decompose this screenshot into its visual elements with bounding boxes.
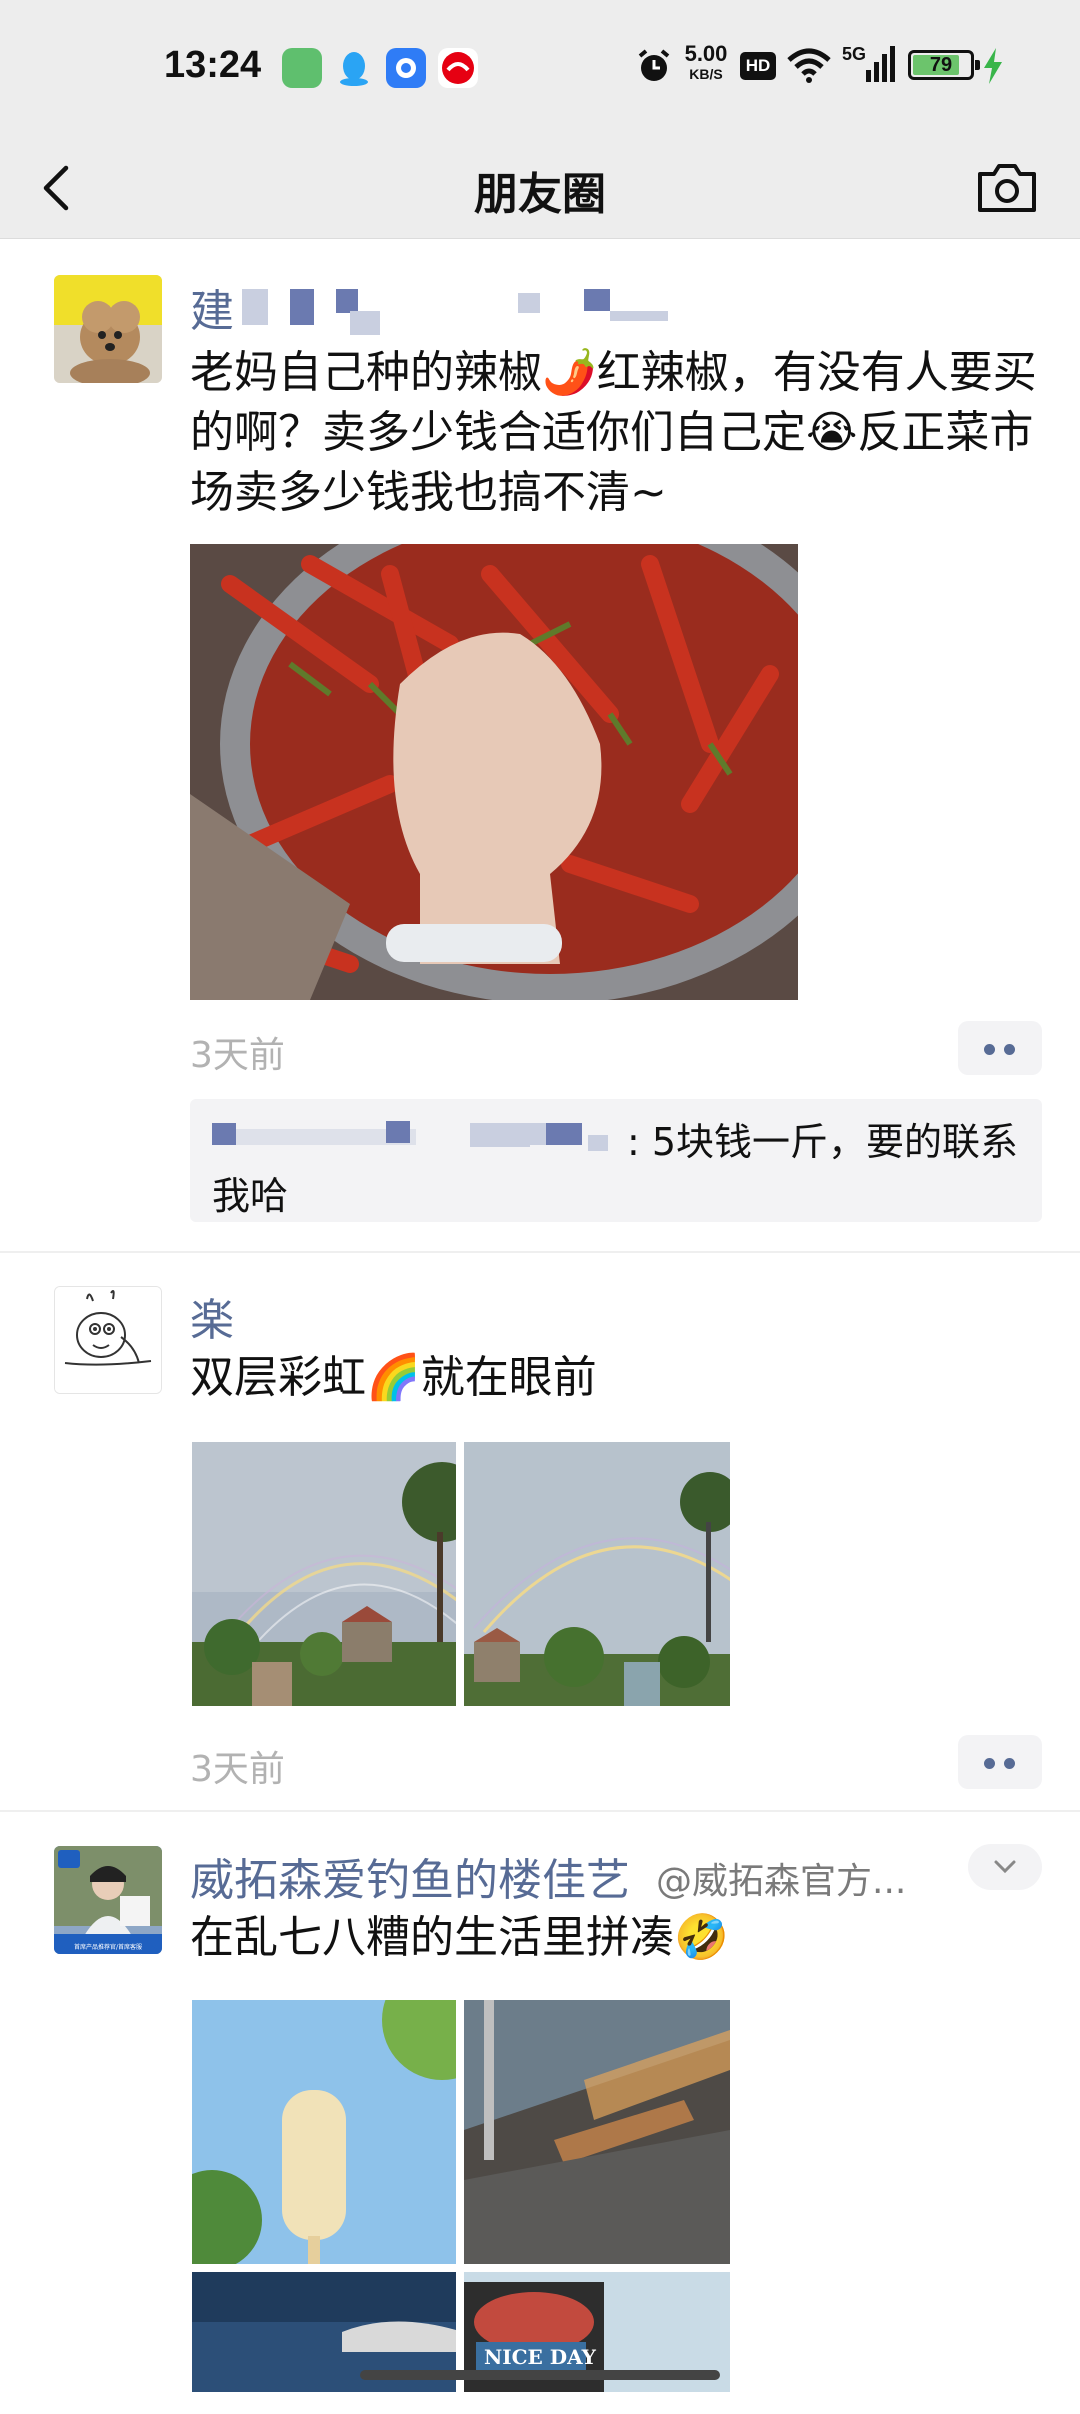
post-time: 3天前 [190,1035,285,1076]
avatar[interactable] [54,275,162,383]
avatar-caption: 首席产品推荐官/首席客服 [73,1944,143,1951]
wifi-icon [786,48,832,84]
collapse-chevron-icon [994,1860,1016,1874]
app-notification-icon [282,48,322,88]
telecom-icon [438,48,478,88]
avatar[interactable] [54,1286,162,1394]
status-bar: 13:24 5.00 KB/S HD 5G 79 [0,0,1080,138]
post-divider [0,1251,1080,1253]
post-photo[interactable] [190,544,798,1000]
comment-text: : 5块钱一斤，要的联系我哈 [212,1120,1019,1218]
more-dots-icon [984,1044,995,1055]
alarm-icon [636,48,672,84]
home-indicator[interactable] [360,2370,720,2380]
comment-box[interactable]: : 5块钱一斤，要的联系我哈 [190,1099,1042,1222]
post-author-name[interactable]: 建 [190,275,234,339]
battery-icon: 79 [908,50,980,80]
post-photo[interactable] [464,2000,730,2264]
post-author-handle[interactable]: @威拓森官方... [656,1852,906,1904]
more-button[interactable] [958,1021,1042,1075]
post-time: 3天前 [190,1749,285,1790]
avatar[interactable]: 首席产品推荐官/首席客服 [54,1846,162,1954]
more-button[interactable] [958,1735,1042,1789]
post-photo[interactable] [192,2000,456,2264]
qq-icon [334,48,374,88]
post-divider [0,1810,1080,1812]
signal-icon: 5G [842,44,896,86]
collapse-button[interactable] [968,1844,1042,1890]
camera-icon[interactable] [972,152,1042,222]
page-title: 朋友圈 [474,169,606,220]
more-dots-icon [984,1758,995,1769]
post-text: 在乱七八糟的生活里拼凑🤣 [190,1912,729,1963]
hd-badge: HD [740,52,776,80]
svg-text:NICE DAY: NICE DAY [484,2345,597,2369]
title-bar: 朋友圈 [0,138,1080,239]
net-speed: 5.00 KB/S [684,41,728,83]
post-author-name[interactable]: 楽 [190,1284,234,1348]
browser-icon [386,48,426,88]
post-author-name[interactable]: 威拓森爱钓鱼的楼佳艺 [190,1844,630,1908]
status-time: 13:24 [164,44,262,86]
charging-icon [982,48,1004,84]
post-text: 双层彩虹🌈就在眼前 [190,1352,597,1403]
rainbow-photo[interactable] [464,1442,730,1706]
rainbow-photo[interactable] [192,1442,456,1706]
post-text: 老妈自己种的辣椒🌶️红辣椒，有没有人要买的啊？卖多少钱合适你们自己定😭反正菜市场… [190,347,1037,518]
post-1: 建 老妈自己种的辣椒🌶️红辣椒，有没有人要买的啊？卖多少钱合适你们自己定😭反正菜… [0,239,1080,1254]
